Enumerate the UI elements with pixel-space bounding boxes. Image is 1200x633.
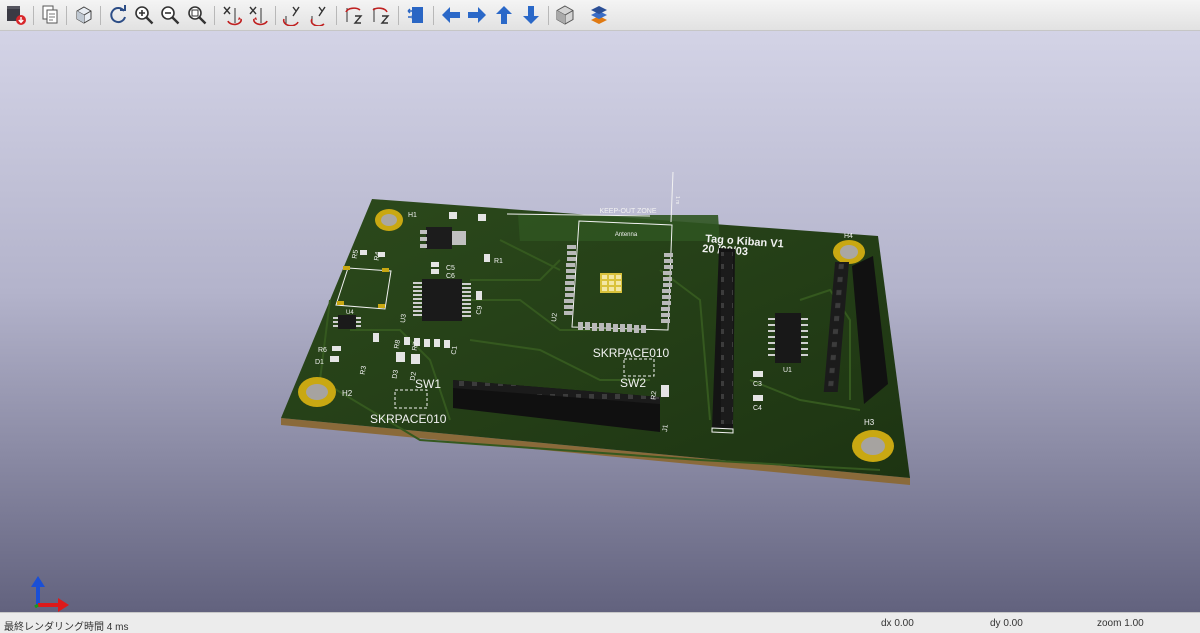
zoom-out-icon[interactable] xyxy=(159,4,181,26)
svg-text:D1: D1 xyxy=(315,359,324,366)
module-value-label: SKRPACE010 xyxy=(593,346,670,360)
flip-board-icon[interactable] xyxy=(405,4,427,26)
orthographic-icon[interactable] xyxy=(554,4,576,26)
antenna-label: Antenna xyxy=(615,232,638,238)
svg-text:SW1: SW1 xyxy=(415,377,441,391)
zoom-readout: zoom 1.00 xyxy=(1097,618,1144,629)
toolbar-separator xyxy=(548,6,549,25)
rotate-x-cw-icon[interactable] xyxy=(221,4,243,26)
pan-up-icon[interactable] xyxy=(493,4,515,26)
zoom-fit-icon[interactable] xyxy=(186,4,208,26)
rotate-y-cw-icon[interactable] xyxy=(282,4,304,26)
status-bar: 最終レンダリング時間 4 ms dx 0.00 dy 0.00 zoom 1.0… xyxy=(0,612,1200,633)
copy-to-clipboard-icon[interactable] xyxy=(39,4,61,26)
3d-viewport[interactable]: KEEP-OUT ZONE 1 m Antenna U2 SKRPACE010 … xyxy=(0,31,1200,612)
rotate-y-ccw-icon[interactable] xyxy=(308,4,330,26)
toolbar-separator xyxy=(275,6,276,25)
toolbar-separator xyxy=(433,6,434,25)
rotate-x-ccw-icon[interactable] xyxy=(247,4,269,26)
axes-gizmo xyxy=(22,571,74,612)
svg-text:C6: C6 xyxy=(446,273,455,280)
svg-text:SW2: SW2 xyxy=(620,376,646,390)
svg-text:C3: C3 xyxy=(753,381,762,388)
svg-text:R1: R1 xyxy=(494,258,503,265)
pcb-board-render: KEEP-OUT ZONE 1 m Antenna U2 SKRPACE010 … xyxy=(281,171,910,485)
toolbar xyxy=(0,0,1200,31)
render-time-text: 最終レンダリング時間 4 ms xyxy=(4,622,129,633)
layers-icon[interactable] xyxy=(588,4,610,26)
svg-text:R6: R6 xyxy=(318,347,327,354)
svg-text:J1: J1 xyxy=(662,424,670,432)
svg-text:SKRPACE010: SKRPACE010 xyxy=(370,412,447,426)
toolbar-separator xyxy=(398,6,399,25)
toolbar-separator xyxy=(214,6,215,25)
svg-text:H4: H4 xyxy=(844,233,853,240)
zoom-in-icon[interactable] xyxy=(133,4,155,26)
svg-text:U3: U3 xyxy=(400,314,408,324)
dimension-label: 1 m xyxy=(674,196,680,204)
raytracing-icon[interactable] xyxy=(73,4,95,26)
svg-text:H1: H1 xyxy=(408,212,417,219)
pan-right-icon[interactable] xyxy=(466,4,488,26)
svg-text:U1: U1 xyxy=(783,367,792,374)
toolbar-separator xyxy=(33,6,34,25)
svg-text:R2: R2 xyxy=(650,391,658,401)
svg-text:U4: U4 xyxy=(346,310,354,316)
pan-down-icon[interactable] xyxy=(520,4,542,26)
render-export-icon[interactable] xyxy=(5,4,27,26)
svg-text:H3: H3 xyxy=(864,418,875,427)
keepout-label: KEEP-OUT ZONE xyxy=(599,208,656,215)
reload-icon[interactable] xyxy=(107,4,129,26)
toolbar-separator xyxy=(66,6,67,25)
module-ref-label: U2 xyxy=(551,313,559,323)
svg-text:H2: H2 xyxy=(342,389,353,398)
svg-text:C4: C4 xyxy=(753,405,762,412)
dimension-line xyxy=(670,171,674,223)
pan-left-icon[interactable] xyxy=(440,4,462,26)
dx-readout: dx 0.00 xyxy=(881,618,914,629)
module-thermal-vias xyxy=(602,275,621,291)
toolbar-separator xyxy=(336,6,337,25)
dy-readout: dy 0.00 xyxy=(990,618,1023,629)
svg-text:C5: C5 xyxy=(446,265,455,272)
rotate-z-cw-icon[interactable] xyxy=(343,4,365,26)
toolbar-separator xyxy=(100,6,101,25)
rotate-z-ccw-icon[interactable] xyxy=(370,4,392,26)
